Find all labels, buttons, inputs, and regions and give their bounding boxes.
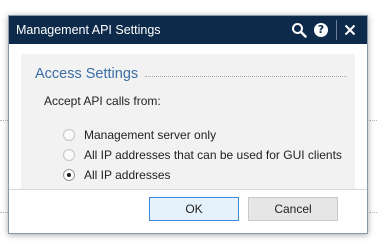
section-title: Access Settings: [35, 66, 139, 82]
background-divider: [0, 212, 8, 213]
radio-label[interactable]: All IP addresses that can be used for GU…: [84, 148, 342, 162]
background-divider: [369, 120, 377, 121]
search-icon[interactable]: [288, 16, 310, 44]
dialog-titlebar: Management API Settings ?: [9, 16, 367, 44]
close-icon[interactable]: [339, 16, 361, 44]
ok-button[interactable]: OK: [149, 197, 239, 221]
dialog-title: Management API Settings: [16, 23, 161, 37]
access-settings-panel: Access Settings Accept API calls from: M…: [21, 54, 355, 189]
titlebar-separator: [336, 20, 337, 40]
radio-option-gui-clients[interactable]: All IP addresses that can be used for GU…: [63, 147, 342, 163]
radio-label[interactable]: All IP addresses: [84, 168, 171, 182]
cancel-button[interactable]: Cancel: [248, 197, 338, 221]
radio-button-selected[interactable]: [63, 169, 75, 181]
accept-calls-label: Accept API calls from:: [44, 94, 161, 108]
footer-divider: [9, 189, 367, 190]
radio-label[interactable]: Management server only: [84, 128, 216, 142]
background-divider: [369, 212, 377, 213]
background-divider: [0, 120, 8, 121]
radio-button[interactable]: [63, 149, 75, 161]
radio-option-management-server-only[interactable]: Management server only: [63, 127, 216, 143]
radio-option-all-ip-addresses[interactable]: All IP addresses: [63, 167, 171, 183]
radio-button[interactable]: [63, 129, 75, 141]
help-icon[interactable]: ?: [310, 16, 332, 44]
management-api-settings-dialog: Management API Settings ? Access Setting…: [8, 15, 368, 234]
section-divider: [145, 76, 347, 77]
